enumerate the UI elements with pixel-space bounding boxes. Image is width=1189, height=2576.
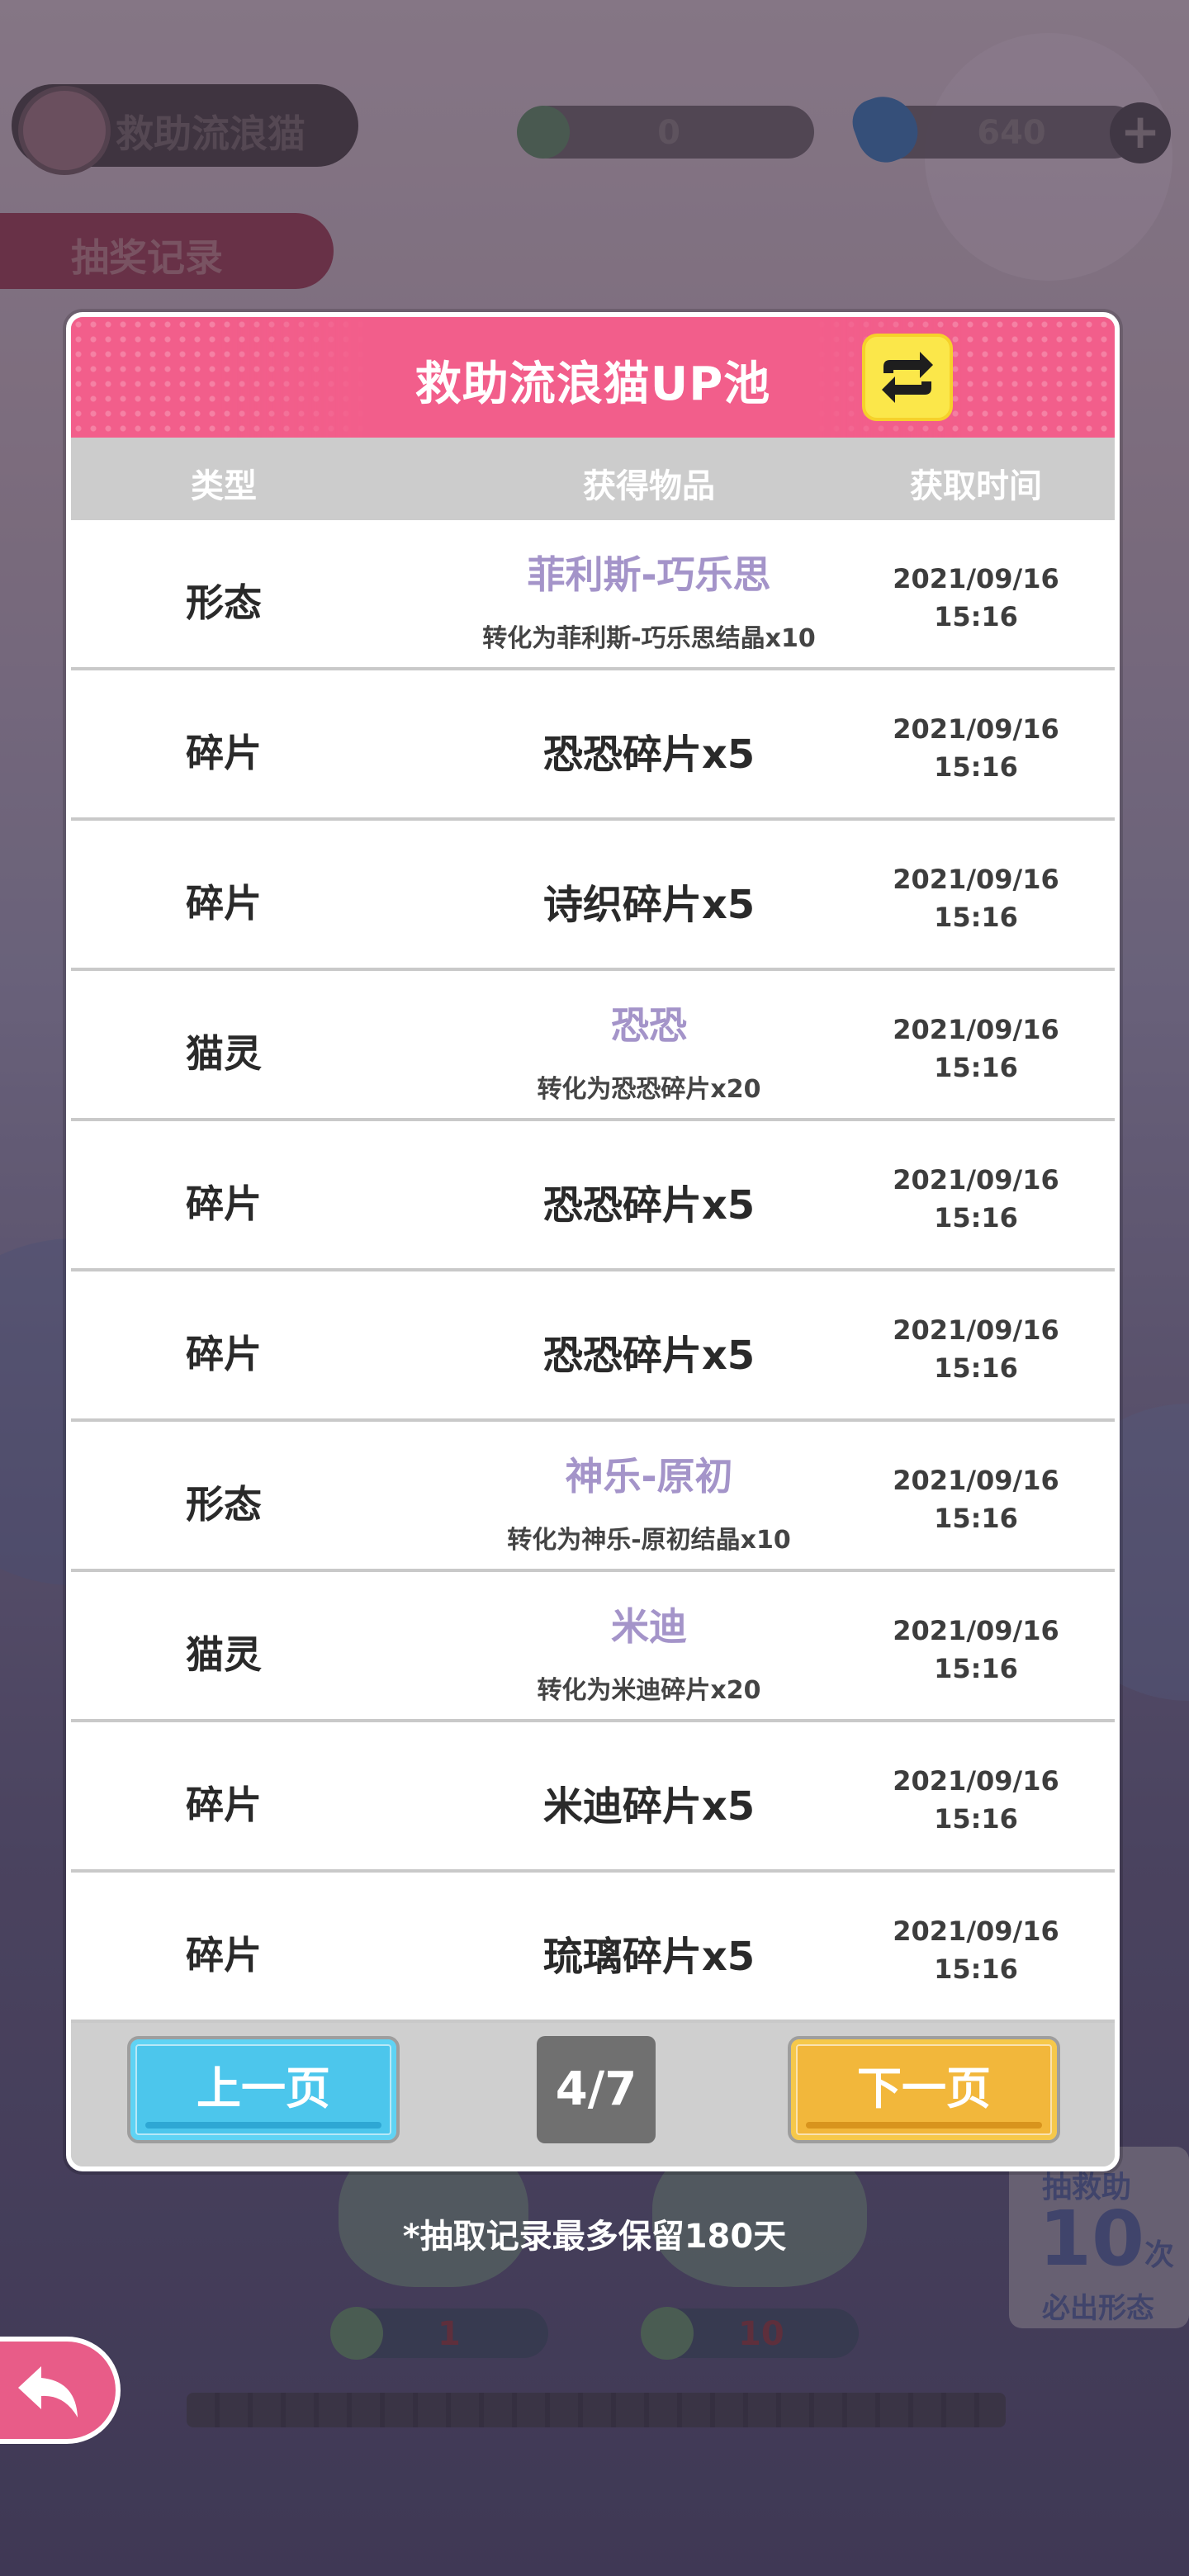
record-time: 15:16 xyxy=(934,1503,1018,1534)
next-page-label: 下一页 xyxy=(857,2062,991,2114)
record-timestamp: 2021/09/16 15:16 xyxy=(839,860,1113,936)
record-timestamp: 2021/09/16 15:16 xyxy=(839,1461,1113,1537)
record-row: 形态 菲利斯-巧乐思 转化为菲利斯-巧乐思结晶x10 2021/09/16 15:16 xyxy=(71,520,1115,667)
record-row: 碎片 恐恐碎片x5 2021/09/16 15:16 xyxy=(71,1121,1115,1268)
record-date: 2021/09/16 xyxy=(893,1915,1059,1947)
record-timestamp: 2021/09/16 15:16 xyxy=(839,1311,1113,1387)
record-type: 碎片 xyxy=(186,881,262,926)
record-time: 15:16 xyxy=(934,1653,1018,1684)
dialog-title: 救助流浪猫UP池 xyxy=(414,358,771,411)
record-type: 碎片 xyxy=(186,1933,262,1977)
record-date: 2021/09/16 xyxy=(893,1314,1059,1346)
record-type: 猫灵 xyxy=(186,1632,262,1677)
record-time: 15:16 xyxy=(934,1803,1018,1835)
record-timestamp: 2021/09/16 15:16 xyxy=(839,560,1113,636)
column-header-time: 获取时间 xyxy=(910,467,1042,505)
record-time: 15:16 xyxy=(934,601,1018,632)
record-row: 碎片 琉璃碎片x5 2021/09/16 15:16 xyxy=(71,1873,1115,2020)
table-header: 类型 获得物品 获取时间 xyxy=(71,438,1115,520)
record-row: 碎片 恐恐碎片x5 2021/09/16 15:16 xyxy=(71,670,1115,817)
button-shine xyxy=(806,2122,1042,2129)
previous-page-button[interactable]: 上一页 xyxy=(127,2036,400,2143)
record-timestamp: 2021/09/16 15:16 xyxy=(839,1762,1113,1838)
previous-page-label: 上一页 xyxy=(197,2062,330,2114)
swap-arrows-icon xyxy=(882,352,933,403)
record-time: 15:16 xyxy=(934,751,1018,783)
dialog-header: 救助流浪猫UP池 xyxy=(71,317,1115,438)
record-type: 形态 xyxy=(186,580,262,625)
record-date: 2021/09/16 xyxy=(893,1765,1059,1797)
record-type: 碎片 xyxy=(186,731,262,775)
record-timestamp: 2021/09/16 15:16 xyxy=(839,1912,1113,1988)
record-timestamp: 2021/09/16 15:16 xyxy=(839,710,1113,786)
button-shine xyxy=(145,2122,381,2129)
record-timestamp: 2021/09/16 15:16 xyxy=(839,1161,1113,1237)
record-type: 碎片 xyxy=(186,1332,262,1376)
draw-record-dialog: 救助流浪猫UP池 类型 获得物品 获取时间 形态 菲利斯-巧乐思 转化为菲利斯-巧乐… xyxy=(66,312,1120,2171)
record-row: 碎片 诗织碎片x5 2021/09/16 15:16 xyxy=(71,821,1115,968)
back-button[interactable] xyxy=(0,2337,121,2444)
page-indicator: 4/7 xyxy=(537,2036,656,2143)
record-row: 碎片 米迪碎片x5 2021/09/16 15:16 xyxy=(71,1722,1115,1869)
retention-note: *抽取记录最多保留180天 xyxy=(402,2218,787,2256)
record-row: 猫灵 恐恐 转化为恐恐碎片x20 2021/09/16 15:16 xyxy=(71,971,1115,1118)
record-timestamp: 2021/09/16 15:16 xyxy=(839,1612,1113,1688)
record-row: 猫灵 米迪 转化为米迪碎片x20 2021/09/16 15:16 xyxy=(71,1572,1115,1719)
next-page-button[interactable]: 下一页 xyxy=(788,2036,1060,2143)
record-type: 猫灵 xyxy=(186,1031,262,1076)
record-date: 2021/09/16 xyxy=(893,713,1059,745)
record-time: 15:16 xyxy=(934,1202,1018,1234)
back-arrow-icon xyxy=(18,2366,78,2417)
record-type: 碎片 xyxy=(186,1181,262,1226)
record-date: 2021/09/16 xyxy=(893,1164,1059,1196)
record-date: 2021/09/16 xyxy=(893,1014,1059,1045)
record-date: 2021/09/16 xyxy=(893,1465,1059,1496)
record-type: 碎片 xyxy=(186,1783,262,1827)
record-time: 15:16 xyxy=(934,1052,1018,1083)
record-type: 形态 xyxy=(186,1482,262,1527)
record-time: 15:16 xyxy=(934,902,1018,933)
record-date: 2021/09/16 xyxy=(893,563,1059,594)
switch-pool-button[interactable] xyxy=(862,334,953,421)
record-row: 形态 神乐-原初 转化为神乐-原初结晶x10 2021/09/16 15:16 xyxy=(71,1422,1115,1569)
record-time: 15:16 xyxy=(934,1352,1018,1384)
record-row: 碎片 恐恐碎片x5 2021/09/16 15:16 xyxy=(71,1271,1115,1418)
record-time: 15:16 xyxy=(934,1953,1018,1985)
record-date: 2021/09/16 xyxy=(893,864,1059,895)
record-date: 2021/09/16 xyxy=(893,1615,1059,1646)
record-timestamp: 2021/09/16 15:16 xyxy=(839,1011,1113,1087)
pagination-bar: 上一页 4/7 下一页 xyxy=(71,2023,1115,2166)
column-header-type: 类型 xyxy=(191,467,257,505)
